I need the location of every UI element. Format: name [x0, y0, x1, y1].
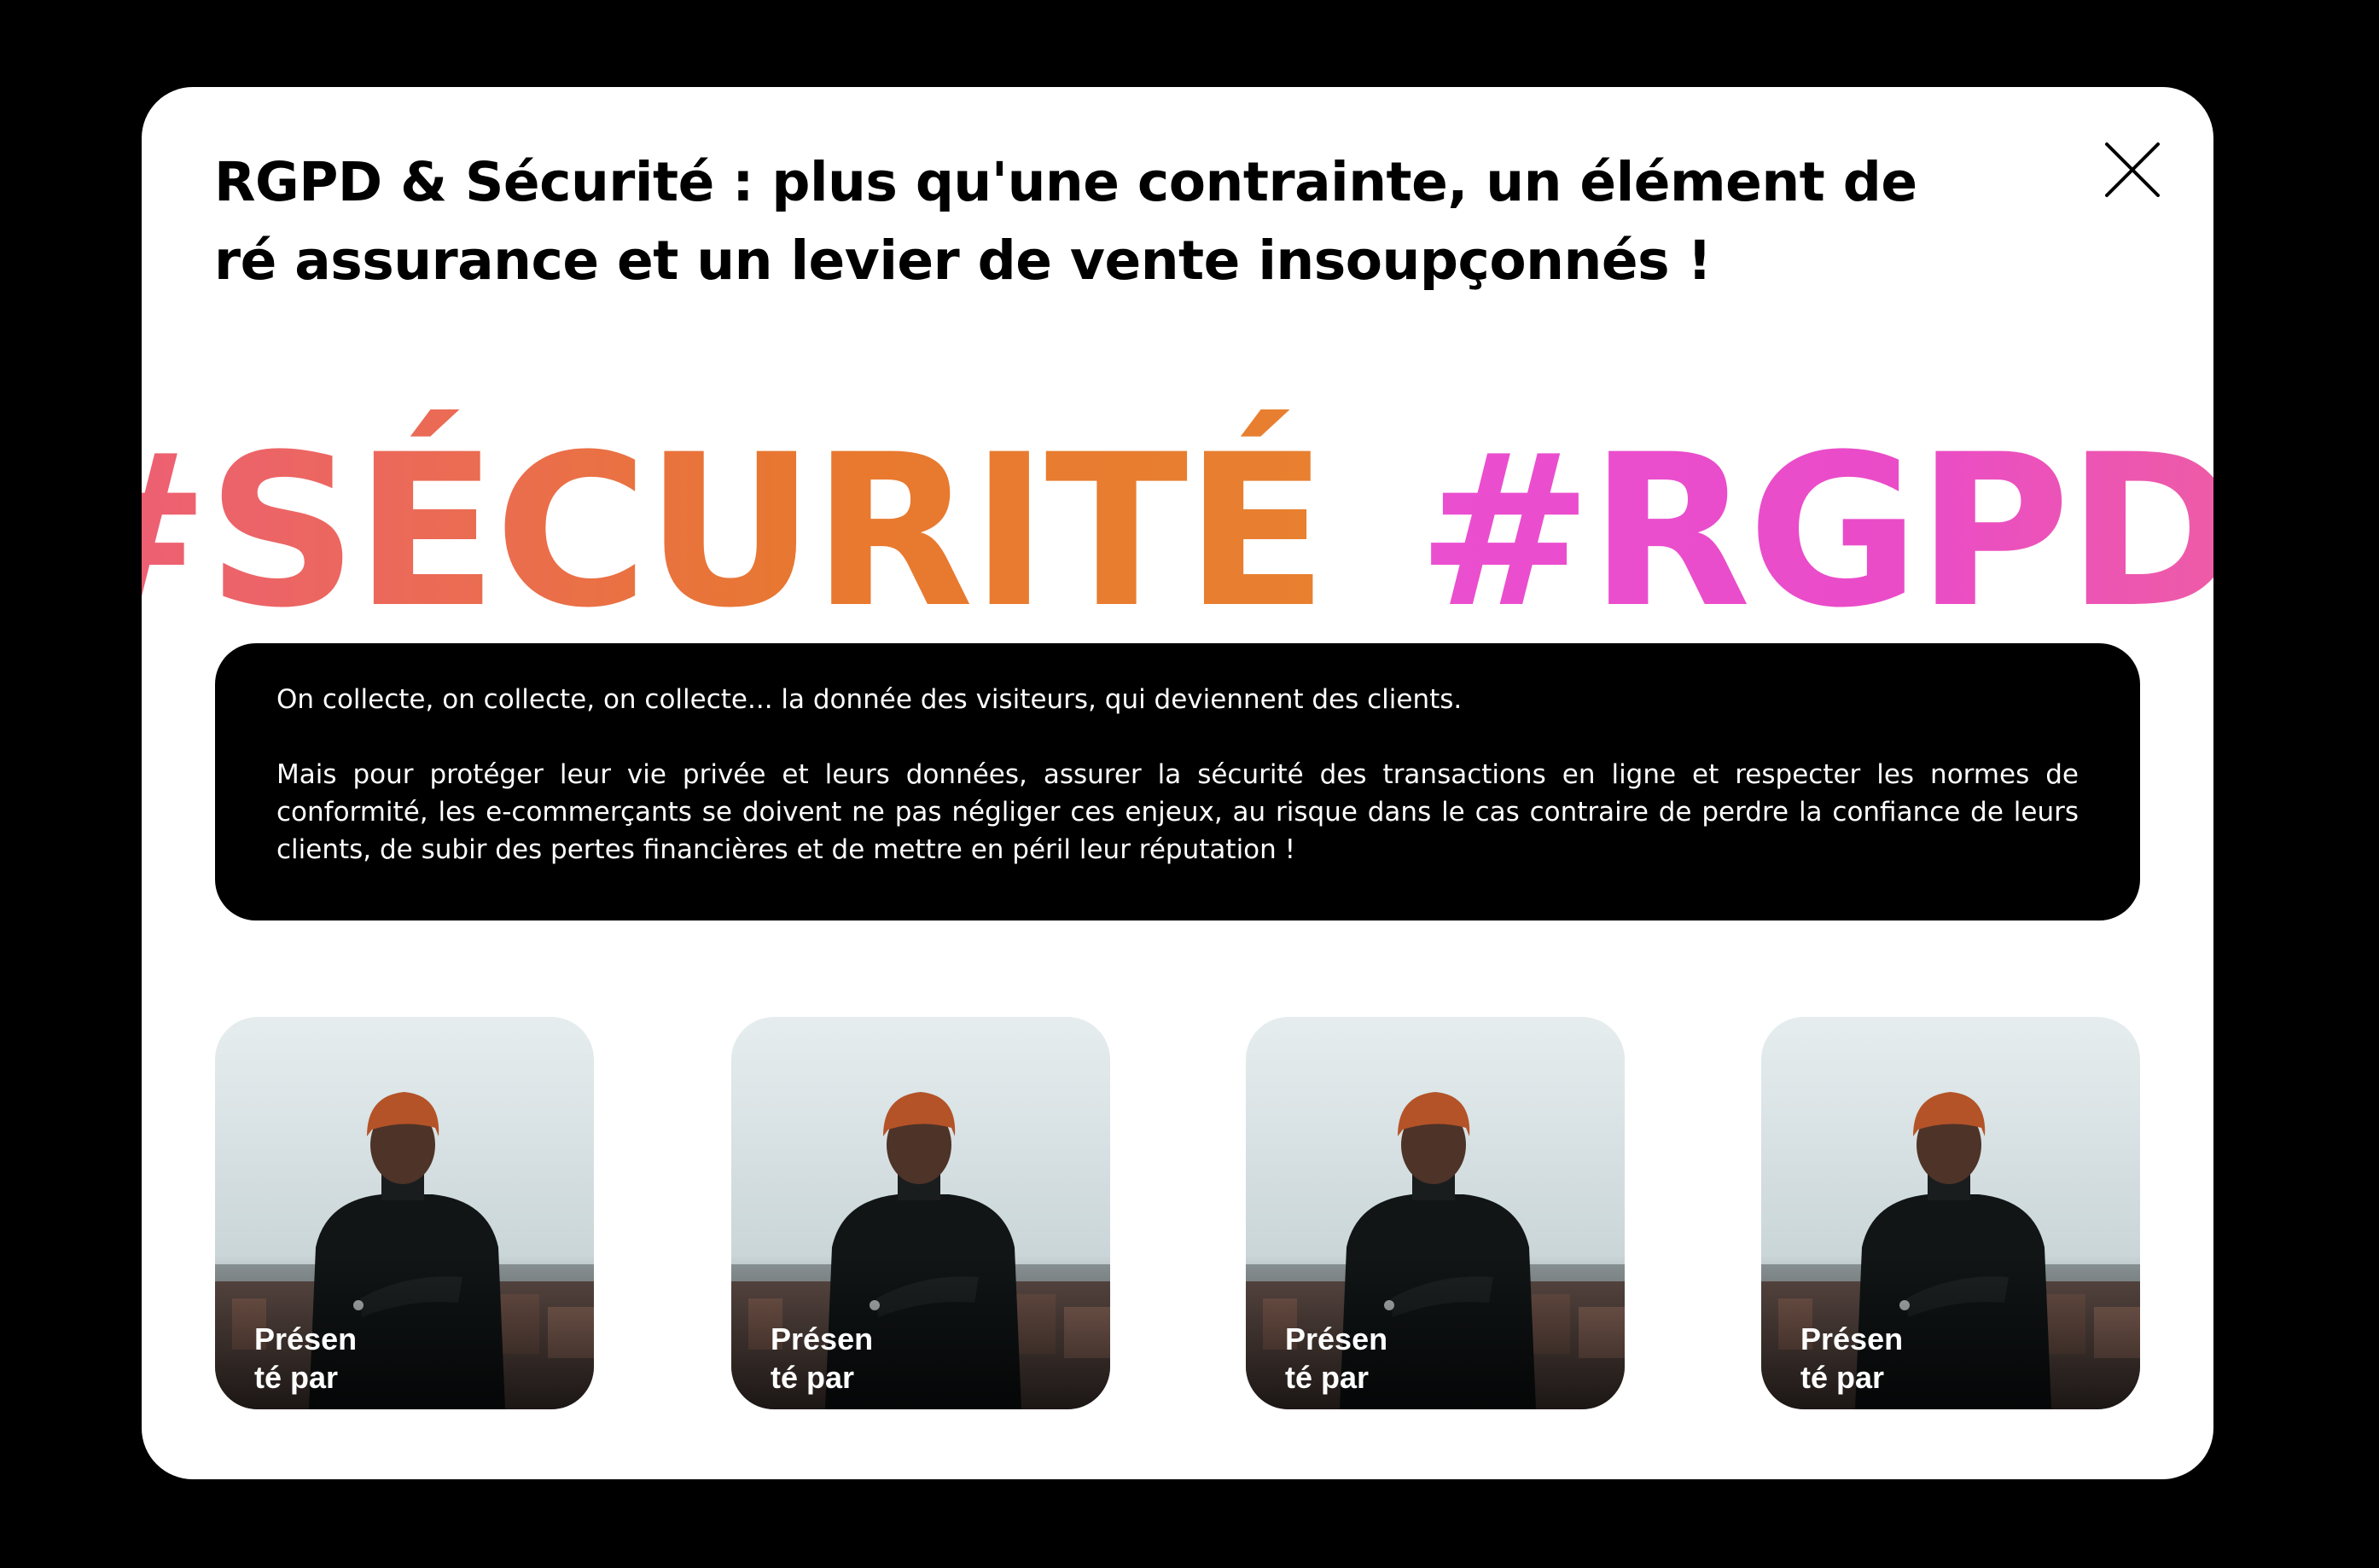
intro-text-box: On collecte, on collecte, on collecte...…: [215, 643, 2140, 920]
speaker-card[interactable]: Présenté par: [1761, 1017, 2140, 1409]
intro-paragraph: Mais pour protéger leur vie privée et le…: [276, 759, 2079, 865]
hashtag-marquee: #SÉCURITÉ#RGPD#: [142, 404, 2213, 660]
card-presenter-label: Présenté par: [254, 1321, 358, 1395]
modal-title: RGPD & Sécurité : plus qu'une contrainte…: [214, 151, 1917, 292]
hashtag-securite: #SÉCURITÉ: [142, 404, 1328, 660]
card-presenter-label: Présenté par: [1800, 1321, 1904, 1395]
card-presenter-label: Présenté par: [771, 1321, 874, 1395]
hashtag-rgpd: #RGPD: [1416, 404, 2213, 660]
close-icon: [2105, 142, 2160, 197]
card-presenter-label: Présenté par: [1285, 1321, 1388, 1395]
close-button[interactable]: [2103, 140, 2162, 200]
modal-dialog: RGPD & Sécurité : plus qu'une contrainte…: [142, 87, 2213, 1479]
intro-paragraph: On collecte, on collecte, on collecte...…: [276, 684, 1463, 715]
speaker-card[interactable]: Présenté par: [1246, 1017, 1625, 1409]
speaker-card[interactable]: Présenté par: [215, 1017, 594, 1409]
speaker-cards: Présenté par Présenté par Présenté par P…: [215, 1017, 2140, 1409]
speaker-card[interactable]: Présenté par: [731, 1017, 1110, 1409]
